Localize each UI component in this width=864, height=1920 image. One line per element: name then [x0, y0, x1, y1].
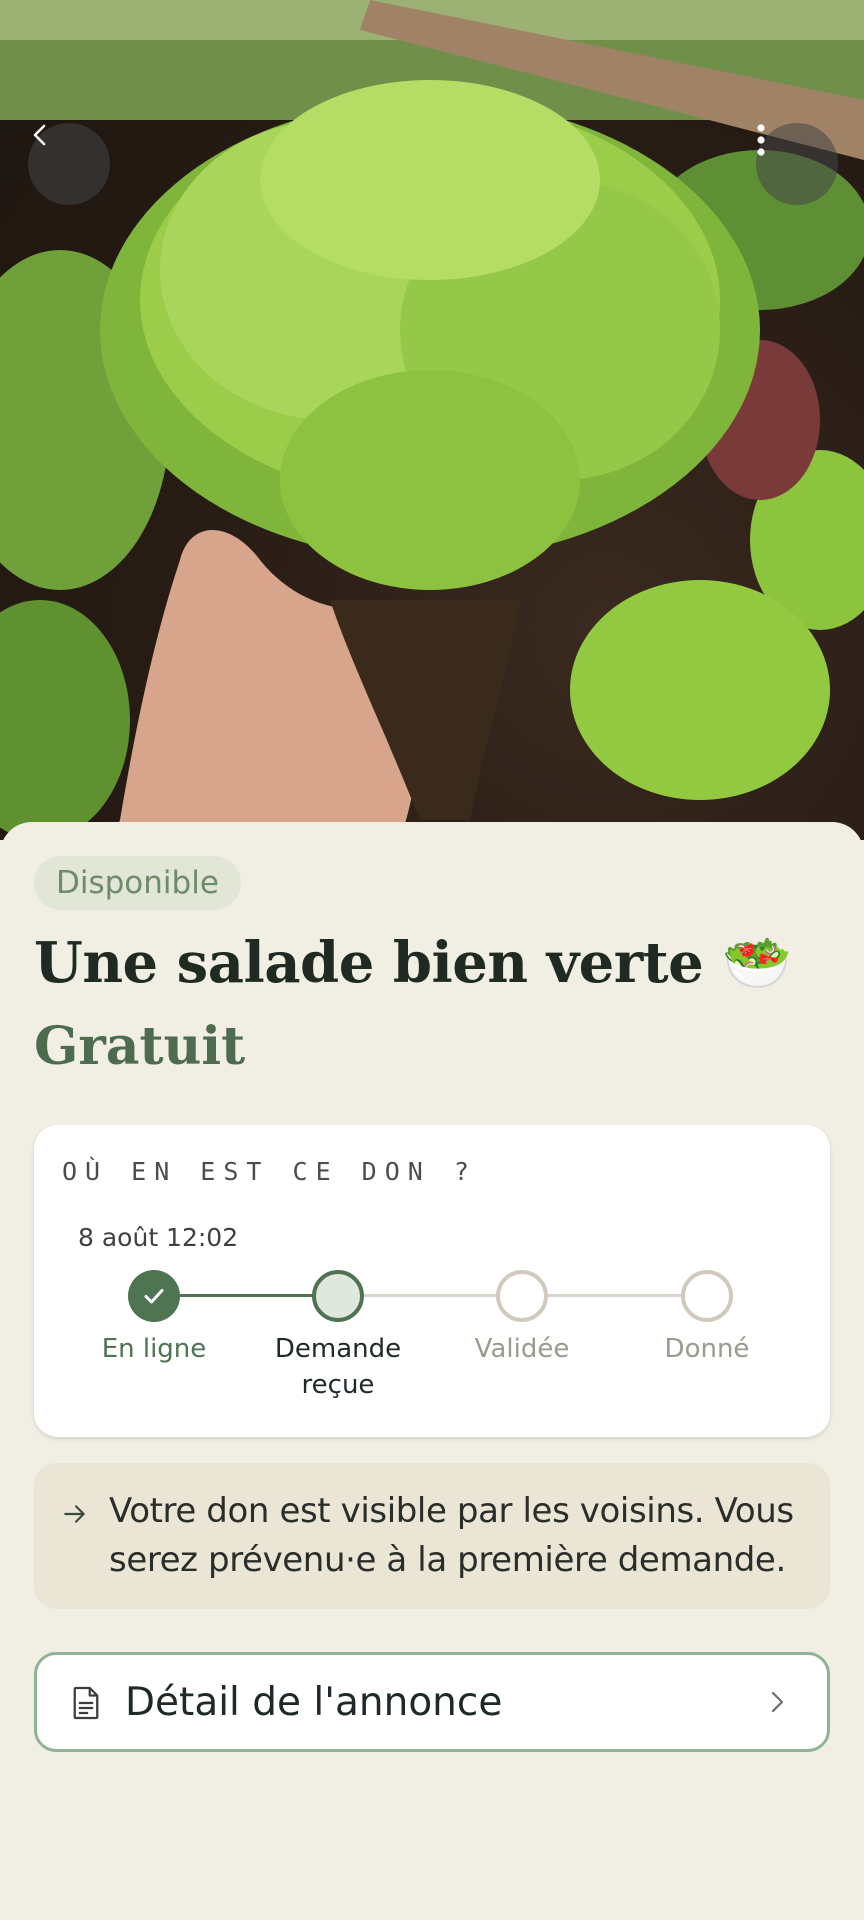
- progress-heading: OÙ EN EST CE DON ?: [62, 1157, 477, 1186]
- step-dot-validee: [496, 1270, 548, 1322]
- arrow-right-icon: [64, 1505, 85, 1523]
- progress-track-pending: [345, 1294, 503, 1297]
- step-label: Demande reçue: [274, 1334, 402, 1400]
- listing-detail-button[interactable]: Détail de l'annonce: [34, 1652, 830, 1752]
- lettuce-photo: [0, 0, 864, 840]
- donation-progress-card: OÙ EN EST CE DON ? 8 août 12:02 En ligne…: [34, 1125, 830, 1437]
- status-badge: Disponible: [34, 856, 241, 910]
- step-dot-en-ligne: [128, 1270, 180, 1322]
- step-date: 8 août 12:02: [78, 1223, 239, 1252]
- info-box: Votre don est visible par les voisins. V…: [34, 1463, 830, 1609]
- chevron-left-icon: [33, 124, 46, 146]
- progress-track-pending: [529, 1294, 687, 1297]
- step-label: En ligne: [101, 1334, 207, 1364]
- step-dot-donne: [681, 1270, 733, 1322]
- hero-image: [0, 0, 864, 840]
- info-text: Votre don est visible par les voisins. V…: [109, 1491, 794, 1580]
- more-options-button[interactable]: [756, 123, 838, 205]
- listing-price: Gratuit: [34, 1016, 246, 1077]
- step-label: Donné: [664, 1334, 750, 1364]
- step-label: Validée: [474, 1334, 570, 1364]
- document-icon: [73, 1686, 99, 1720]
- listing-title: Une salade bien verte 🥗: [34, 930, 792, 996]
- detail-button-label: Détail de l'annonce: [125, 1680, 503, 1725]
- more-vertical-icon: [757, 124, 765, 156]
- step-dot-demande-recue: [312, 1270, 364, 1322]
- check-icon: [144, 1289, 164, 1304]
- back-button[interactable]: [28, 123, 110, 205]
- chevron-right-icon: [771, 1691, 784, 1713]
